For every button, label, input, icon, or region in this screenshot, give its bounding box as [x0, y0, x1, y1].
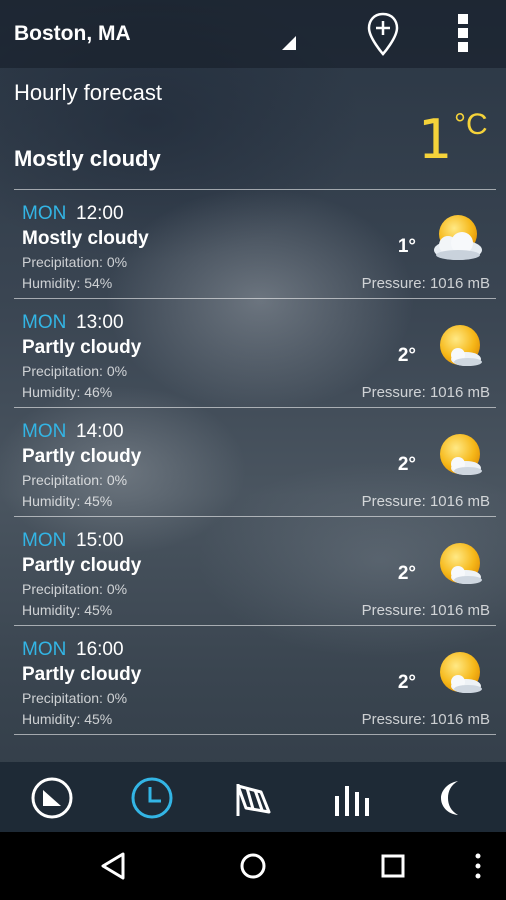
hour-day: MON: [22, 639, 67, 660]
hour-row[interactable]: MON 16:00 Partly cloudy Precipitation: 0…: [14, 626, 496, 735]
hour-day: MON: [22, 312, 67, 333]
hour-time: 13:00: [76, 312, 124, 333]
hourly-list[interactable]: MON 12:00 Mostly cloudy Precipitation: 0…: [0, 190, 506, 735]
hour-precipitation: Precipitation: 0%: [22, 363, 128, 379]
hour-pressure: Pressure: 1016 mB: [361, 711, 490, 728]
hour-condition: Partly cloudy: [22, 446, 142, 467]
location-title[interactable]: Boston, MA: [14, 22, 131, 46]
hour-temperature: 2°: [397, 563, 416, 584]
partly-cloudy-icon: [440, 543, 482, 584]
hour-precipitation: Precipitation: 0%: [22, 690, 128, 706]
chart-bars-icon[interactable]: [333, 776, 377, 820]
back-icon[interactable]: [96, 848, 132, 884]
hour-precipitation: Precipitation: 0%: [22, 254, 128, 270]
overflow-menu-icon[interactable]: [452, 14, 474, 54]
moon-icon[interactable]: [432, 776, 476, 820]
location-add-icon[interactable]: [366, 12, 400, 56]
hour-time: 16:00: [76, 639, 124, 660]
hour-time: 14:00: [76, 421, 124, 442]
partly-cloudy-icon: [440, 652, 482, 693]
hour-humidity: Humidity: 45%: [22, 493, 113, 509]
hour-pressure: Pressure: 1016 mB: [361, 384, 490, 401]
hour-precipitation: Precipitation: 0%: [22, 472, 128, 488]
current-conditions-icon[interactable]: [30, 776, 74, 820]
hour-time: 15:00: [76, 530, 124, 551]
hour-time: 12:00: [76, 203, 124, 224]
windsock-icon[interactable]: [231, 776, 275, 820]
top-app-bar: Boston, MA: [0, 0, 506, 68]
hour-day: MON: [22, 530, 67, 551]
hour-pressure: Pressure: 1016 mB: [361, 275, 490, 292]
home-icon[interactable]: [235, 848, 271, 884]
hour-day: MON: [22, 203, 67, 224]
hour-temperature: 2°: [397, 345, 416, 366]
hour-temperature: 2°: [397, 672, 416, 693]
hour-humidity: Humidity: 46%: [22, 384, 113, 400]
hour-row[interactable]: MON 13:00 Partly cloudy Precipitation: 0…: [14, 299, 496, 408]
current-temperature: 1: [418, 108, 452, 171]
page-title: Hourly forecast: [14, 80, 162, 105]
recents-icon[interactable]: [375, 848, 411, 884]
more-icon[interactable]: [460, 848, 496, 884]
temperature-unit: °C: [454, 108, 488, 141]
hour-humidity: Humidity: 45%: [22, 602, 113, 618]
hour-condition: Partly cloudy: [22, 337, 142, 358]
hour-pressure: Pressure: 1016 mB: [361, 493, 490, 510]
hour-precipitation: Precipitation: 0%: [22, 581, 128, 597]
partly-cloudy-icon: [440, 434, 482, 475]
hour-humidity: Humidity: 45%: [22, 711, 113, 727]
location-dropdown-icon[interactable]: [282, 36, 296, 50]
mostly-cloudy-icon: [434, 215, 482, 260]
partly-cloudy-icon: [440, 325, 482, 366]
hour-condition: Partly cloudy: [22, 664, 142, 685]
hour-condition: Mostly cloudy: [22, 228, 149, 249]
hour-row[interactable]: MON 14:00 Partly cloudy Precipitation: 0…: [14, 408, 496, 517]
hour-temperature: 1°: [397, 236, 416, 257]
hour-row[interactable]: MON 15:00 Partly cloudy Precipitation: 0…: [14, 517, 496, 626]
hour-row[interactable]: MON 12:00 Mostly cloudy Precipitation: 0…: [14, 190, 496, 299]
system-navigation-bar: [0, 832, 506, 900]
hour-humidity: Humidity: 54%: [22, 275, 113, 291]
bottom-tab-bar: [0, 762, 506, 832]
current-condition: Mostly cloudy: [14, 146, 161, 171]
hour-condition: Partly cloudy: [22, 555, 142, 576]
hour-temperature: 2°: [397, 454, 416, 475]
hour-pressure: Pressure: 1016 mB: [361, 602, 490, 619]
clock-icon[interactable]: [130, 776, 174, 820]
hour-day: MON: [22, 421, 67, 442]
